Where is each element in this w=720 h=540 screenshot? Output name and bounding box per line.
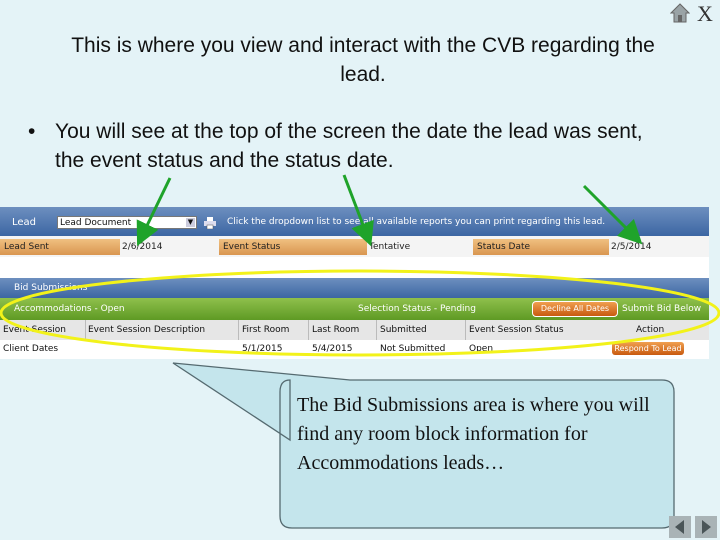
first-room-cell: 5/1/2015 xyxy=(242,344,283,354)
respond-to-lead-button[interactable]: Respond To Lead xyxy=(612,342,684,355)
nav-next-icon[interactable] xyxy=(695,516,717,538)
lead-screen: Lead Lead Document ▼ Click the dropdown … xyxy=(0,207,709,359)
column-header: First Room xyxy=(242,325,290,335)
lead-toolbar: Lead Lead Document ▼ Click the dropdown … xyxy=(0,207,709,236)
chevron-down-icon[interactable]: ▼ xyxy=(186,218,195,227)
event-session-cell: Client Dates xyxy=(3,344,59,354)
lead-sent-value: 2/6/2014 xyxy=(122,242,163,252)
print-icon[interactable] xyxy=(204,217,216,229)
status-cell: Open xyxy=(469,344,494,354)
lead-status-strip: Lead Sent 2/6/2014 Event Status Tentativ… xyxy=(0,236,709,257)
lead-label: Lead xyxy=(12,217,37,228)
bid-table-header: Event Session Event Session Description … xyxy=(0,320,709,358)
submit-bid-button[interactable]: Submit Bid Below xyxy=(622,304,701,314)
close-button[interactable]: X xyxy=(697,1,713,27)
bullet-text: You will see at the top of the screen th… xyxy=(55,120,643,172)
column-header: Submitted xyxy=(380,325,427,335)
accommodations-bar: Accommodations - Open Selection Status -… xyxy=(0,298,709,320)
column-header: Event Session Status xyxy=(469,325,564,335)
selection-status-label: Selection Status - Pending xyxy=(358,304,476,314)
bid-submissions-label: Bid Submissions xyxy=(14,283,88,293)
lead-select-value: Lead Document xyxy=(60,218,132,228)
lead-document-select[interactable]: Lead Document ▼ xyxy=(57,216,197,229)
lead-sent-label: Lead Sent xyxy=(0,239,120,255)
table-row[interactable]: Client Dates 5/1/2015 5/4/2015 Not Submi… xyxy=(0,340,709,359)
dropdown-hint: Click the dropdown list to see all avail… xyxy=(227,217,606,227)
slide-title: This is where you view and interact with… xyxy=(71,34,655,86)
last-room-cell: 5/4/2015 xyxy=(312,344,353,354)
home-icon[interactable] xyxy=(670,3,690,23)
bullet-dot: • xyxy=(28,120,36,143)
submitted-cell: Not Submitted xyxy=(380,344,446,354)
status-date-label: Status Date xyxy=(473,239,609,255)
column-header: Last Room xyxy=(312,325,360,335)
decline-all-dates-button[interactable]: Decline All Dates xyxy=(532,301,618,317)
bid-submissions-header: Bid Submissions xyxy=(0,278,709,298)
event-status-label: Event Status xyxy=(219,239,367,255)
column-header: Event Session Description xyxy=(88,325,206,335)
callout-text: The Bid Submissions area is where you wi… xyxy=(297,394,650,474)
nav-prev-icon[interactable] xyxy=(669,516,691,538)
status-date-value: 2/5/2014 xyxy=(611,242,652,252)
accommodations-label: Accommodations - Open xyxy=(14,304,125,314)
column-header: Action xyxy=(636,325,665,335)
column-header: Event Session xyxy=(3,325,66,335)
event-status-value: Tentative xyxy=(369,242,411,252)
